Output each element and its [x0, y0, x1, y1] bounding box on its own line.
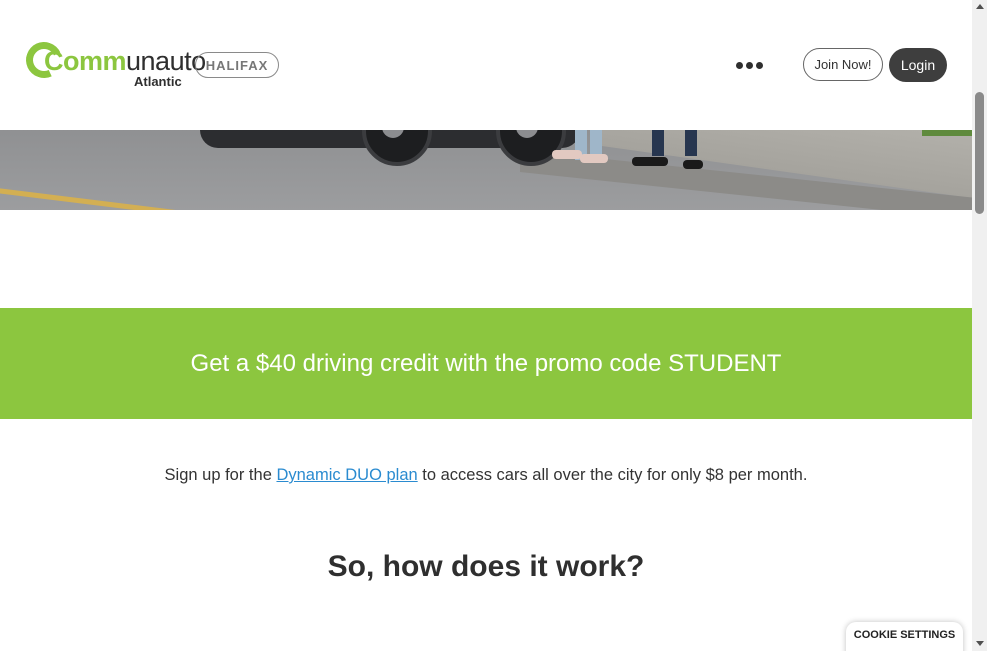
shoe — [683, 160, 703, 169]
grass — [922, 130, 972, 136]
signup-text: Sign up for the Dynamic DUO plan to acce… — [0, 466, 972, 485]
city-badge[interactable]: HALIFAX — [195, 52, 279, 78]
person-leg — [685, 130, 697, 156]
dot — [746, 61, 753, 69]
promo-text: Get a $40 driving credit with the promo … — [190, 349, 782, 377]
dot — [756, 61, 763, 69]
scroll-thumb[interactable] — [975, 92, 984, 214]
road-line — [0, 186, 219, 210]
logo-subtitle: Atlantic — [134, 74, 182, 89]
dot — [736, 61, 743, 69]
promo-banner: Get a $40 driving credit with the promo … — [0, 308, 972, 419]
shoe — [580, 154, 608, 163]
signup-text-before: Sign up for the — [164, 466, 277, 484]
logo-dark-text: unauto — [126, 46, 206, 76]
cookie-settings-button[interactable]: COOKIE SETTINGS — [846, 622, 963, 651]
more-horizontal-icon[interactable] — [736, 58, 764, 72]
logo-wordmark: Communauto — [44, 46, 206, 76]
logo-green-text: Comm — [44, 46, 127, 76]
dynamic-duo-plan-link[interactable]: Dynamic DUO plan — [276, 466, 417, 484]
shoe — [552, 150, 582, 159]
shoe — [632, 157, 668, 166]
signup-text-after: to access cars all over the city for onl… — [417, 466, 808, 484]
person-leg — [652, 130, 664, 156]
section-heading: So, how does it work? — [327, 550, 645, 583]
scrollbar[interactable] — [972, 0, 987, 651]
join-now-button[interactable]: Join Now! — [803, 48, 883, 81]
site-header: Communauto Atlantic HALIFAX Join Now! Lo… — [0, 0, 972, 130]
scroll-up-arrow-icon[interactable] — [976, 4, 984, 9]
scroll-down-arrow-icon[interactable] — [976, 641, 984, 646]
page-viewport: Communauto Atlantic HALIFAX Join Now! Lo… — [0, 0, 972, 651]
communauto-logo[interactable]: Communauto Atlantic — [20, 36, 206, 90]
login-button[interactable]: Login — [889, 48, 947, 82]
